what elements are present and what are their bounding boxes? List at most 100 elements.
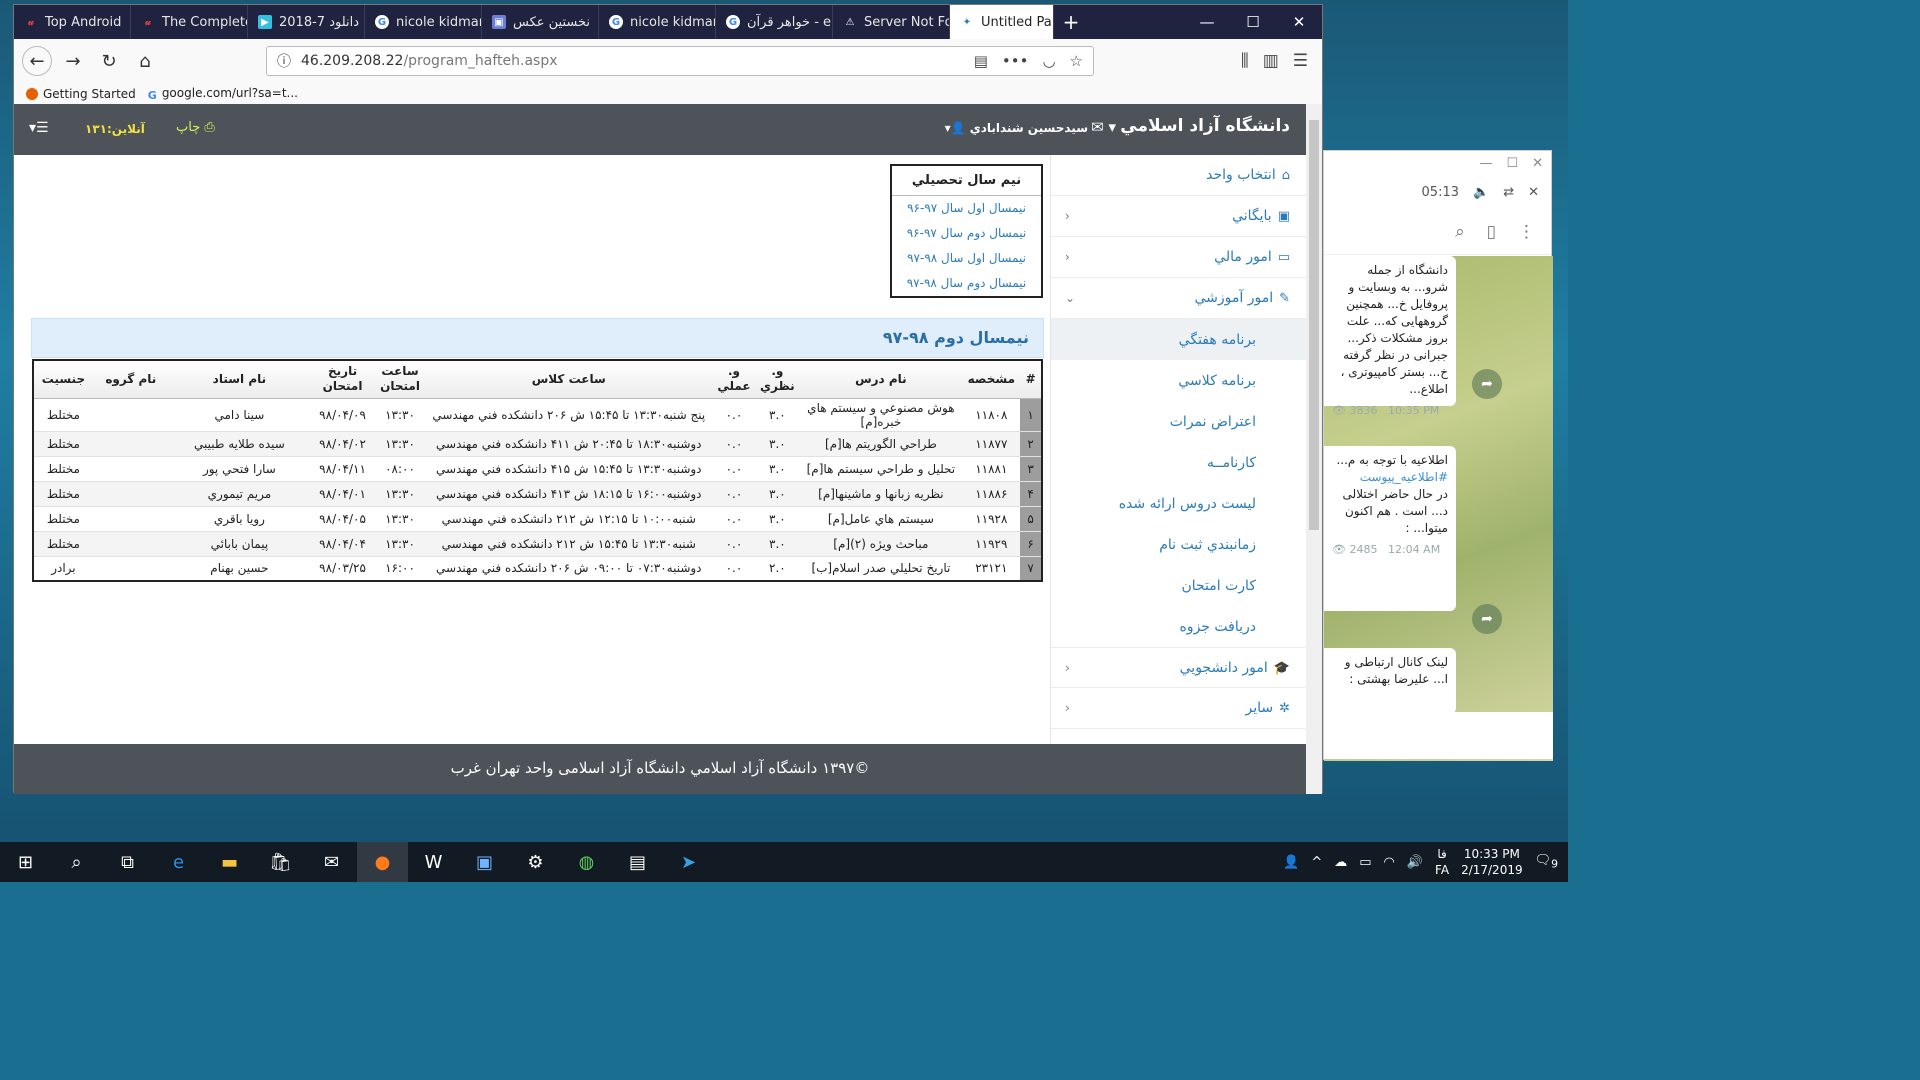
- table-row: ۱ ۱۱۸۰۸ هوش مصنوعي و سيستم هاي خبره[م] ۳…: [33, 398, 1042, 432]
- submenu-transcript[interactable]: کارنامــه: [1051, 442, 1306, 483]
- mail-icon[interactable]: ✉ ▾: [1091, 118, 1116, 136]
- reader-view-icon[interactable]: ▤: [974, 52, 988, 70]
- bookmark-star-icon[interactable]: ☆: [1070, 52, 1083, 70]
- site-brand[interactable]: دانشگاه آزاد اسلامي: [1120, 116, 1290, 136]
- store-icon[interactable]: 🛍: [255, 842, 306, 882]
- browser-tab[interactable]: Gnicole kidman: [365, 5, 482, 39]
- volume-icon[interactable]: 🔊: [1407, 855, 1423, 870]
- browser-tab-active[interactable]: ✦Untitled Pa✕: [950, 5, 1054, 39]
- menu-icon[interactable]: ☰: [1293, 51, 1308, 71]
- globe-icon[interactable]: ◍: [561, 842, 612, 882]
- telegram-icon[interactable]: ➤: [663, 842, 714, 882]
- print-button[interactable]: چاپ ⎙: [176, 120, 215, 135]
- browser-tab[interactable]: ⚠ Server Not Fo: [833, 5, 950, 39]
- back-icon[interactable]: ←: [22, 46, 52, 76]
- settings-icon[interactable]: ⚙: [510, 842, 561, 882]
- library-icon[interactable]: ⫼: [1241, 51, 1249, 71]
- sidebar-item-unit-selection[interactable]: ⌂ انتخاب واحد: [1051, 155, 1306, 196]
- browser-tab[interactable]: Gnicole kidman: [599, 5, 716, 39]
- home-icon[interactable]: ⌂: [130, 46, 160, 76]
- pocket-icon[interactable]: ◡: [1042, 52, 1055, 70]
- submenu-weekly-schedule[interactable]: برنامه هفتگي: [1051, 319, 1306, 360]
- url-bar[interactable]: ⓘ 46.209.208.22/program_hafteh.aspx ▤ ••…: [266, 46, 1094, 76]
- taskbar-clock[interactable]: 10:33 PM 2/17/2019: [1461, 846, 1523, 878]
- browser-tab[interactable]: ▣ نخستین عکس: [482, 5, 599, 39]
- sidebar-toggle-icon[interactable]: ▯: [1487, 222, 1496, 242]
- sidebar-icon[interactable]: ▥: [1263, 51, 1279, 71]
- browser-tab[interactable]: ▶ دانلود 7-2018: [248, 5, 365, 39]
- windows-start-icon[interactable]: ⊞: [0, 842, 51, 882]
- message-bubble[interactable]: لینک کانال ارتباطی و ا... علیرضا بهشتی :: [1324, 648, 1456, 714]
- course-name: نظريه زبانها و ماشينها[م]: [799, 481, 963, 507]
- bookmark-item[interactable]: Getting Started: [26, 87, 136, 101]
- reload-icon[interactable]: ↻: [94, 46, 124, 76]
- notification-icon[interactable]: 🗨9: [1535, 853, 1558, 871]
- semester-link[interactable]: نيمسال اول سال ۹۷-۹۶: [892, 196, 1041, 221]
- page-scrollbar[interactable]: [1306, 104, 1322, 794]
- maximize-icon[interactable]: ☐: [1230, 5, 1276, 39]
- submenu-registration-timing[interactable]: زمانبندي ثبت نام: [1051, 524, 1306, 565]
- word-icon[interactable]: W: [408, 842, 459, 882]
- url-host: 46.209.208.22: [301, 53, 404, 69]
- onedrive-icon[interactable]: ☁: [1334, 855, 1347, 870]
- more-icon[interactable]: ⋮: [1518, 222, 1535, 242]
- task-view-icon[interactable]: ⧉: [102, 842, 153, 882]
- maximize-icon[interactable]: ☐: [1506, 156, 1518, 171]
- message-bubble[interactable]: دانشگاه از جمله شرو... به وبسایت و پروفا…: [1324, 256, 1456, 417]
- submenu-offered-courses[interactable]: ليست دروس ارائه شده: [1051, 483, 1306, 524]
- browser-tab[interactable]: 𝓊 Top Android: [14, 5, 131, 39]
- app-window-icon[interactable]: ▣: [459, 842, 510, 882]
- mail-icon[interactable]: ✉: [306, 842, 357, 882]
- page-actions-icon[interactable]: •••: [1002, 52, 1029, 70]
- menu-toggle-icon[interactable]: ▾☰: [29, 120, 49, 136]
- forward-icon[interactable]: →: [58, 46, 88, 76]
- wifi-icon[interactable]: ◠: [1384, 855, 1395, 870]
- graduation-icon: 🎓: [1273, 660, 1290, 676]
- sidebar-item-archive[interactable]: ▣ بايگاني ‹: [1051, 196, 1306, 237]
- scrollbar-thumb[interactable]: [1309, 120, 1319, 530]
- minimize-icon[interactable]: —: [1479, 156, 1492, 171]
- minimize-icon[interactable]: —: [1184, 5, 1230, 39]
- forward-icon[interactable]: ➦: [1472, 369, 1502, 399]
- info-icon[interactable]: ⓘ: [277, 51, 291, 71]
- volume-icon[interactable]: 🔈: [1473, 185, 1489, 200]
- close-icon[interactable]: ✕: [1276, 5, 1322, 39]
- submenu-exam-card[interactable]: کارت امتحان: [1051, 565, 1306, 606]
- forward-icon[interactable]: ➦: [1472, 604, 1502, 634]
- semester-link[interactable]: نيمسال اول سال ۹۸-۹۷: [892, 246, 1041, 271]
- sidebar-item-other[interactable]: ✲ ساير ‹: [1051, 688, 1306, 729]
- file-explorer-icon[interactable]: ▬: [204, 842, 255, 882]
- message-hashtag[interactable]: #اطلاعیه_پیوست: [1332, 469, 1448, 486]
- submenu-grade-appeal[interactable]: اعتراض نمرات: [1051, 401, 1306, 442]
- semester-link[interactable]: نيمسال دوم سال ۹۸-۹۷: [892, 271, 1041, 296]
- message-bubble[interactable]: اطلاعیه با توجه به م... #اطلاعیه_پیوست د…: [1324, 446, 1456, 611]
- people-icon[interactable]: 👤: [1283, 855, 1299, 870]
- bookmark-item[interactable]: Ggoogle.com/url?sa=t...: [147, 86, 298, 102]
- exam-time: ۱۳:۳۰: [375, 431, 425, 457]
- edge-icon[interactable]: e: [153, 842, 204, 882]
- submenu-get-booklet[interactable]: دريافت جزوه: [1051, 606, 1306, 647]
- sidebar-item-finance[interactable]: ▭ امور مالي ‹: [1051, 237, 1306, 278]
- input-language[interactable]: فا FA: [1435, 846, 1449, 878]
- semester-link[interactable]: نيمسال دوم سال ۹۷-۹۶: [892, 221, 1041, 246]
- close-icon[interactable]: ✕: [1532, 156, 1543, 171]
- telegram-window[interactable]: — ☐ ✕ 05:13 🔈 ⇄ ✕ ⌕ ▯ ⋮ دانشگاه از جمله …: [1323, 150, 1553, 761]
- table-row: ۳ ۱۱۸۸۱ تحليل و طراحي سيستم ها[م] ۳.۰ ۰.…: [33, 456, 1042, 482]
- firefox-icon[interactable]: ●: [357, 842, 408, 882]
- submenu-class-schedule[interactable]: برنامه کلاسي: [1051, 360, 1306, 401]
- browser-tab[interactable]: 𝓊 The Complete: [131, 5, 248, 39]
- sidebar-item-education[interactable]: ✎ امور آموزشي ⌄: [1051, 278, 1306, 319]
- browser-tab[interactable]: G خواهر قرآن - e: [716, 5, 833, 39]
- new-tab-icon[interactable]: +: [1054, 5, 1088, 39]
- theory-units: ۲.۰: [755, 556, 800, 582]
- search-icon[interactable]: ⌕: [1455, 222, 1465, 242]
- close-player-icon[interactable]: ✕: [1528, 185, 1539, 200]
- sidebar-item-student-affairs[interactable]: 🎓 امور دانشجويي ‹: [1051, 647, 1306, 688]
- battery-icon[interactable]: ▭: [1359, 855, 1371, 870]
- repeat-icon[interactable]: ⇄: [1503, 185, 1514, 200]
- user-menu[interactable]: سيدحسين شندابادي 👤▾: [945, 121, 1088, 135]
- tray-chevron-icon[interactable]: ^: [1311, 855, 1322, 870]
- telegram-input-area[interactable]: [1324, 712, 1553, 759]
- photos-icon[interactable]: ▤: [612, 842, 663, 882]
- search-icon[interactable]: ⌕: [51, 842, 102, 882]
